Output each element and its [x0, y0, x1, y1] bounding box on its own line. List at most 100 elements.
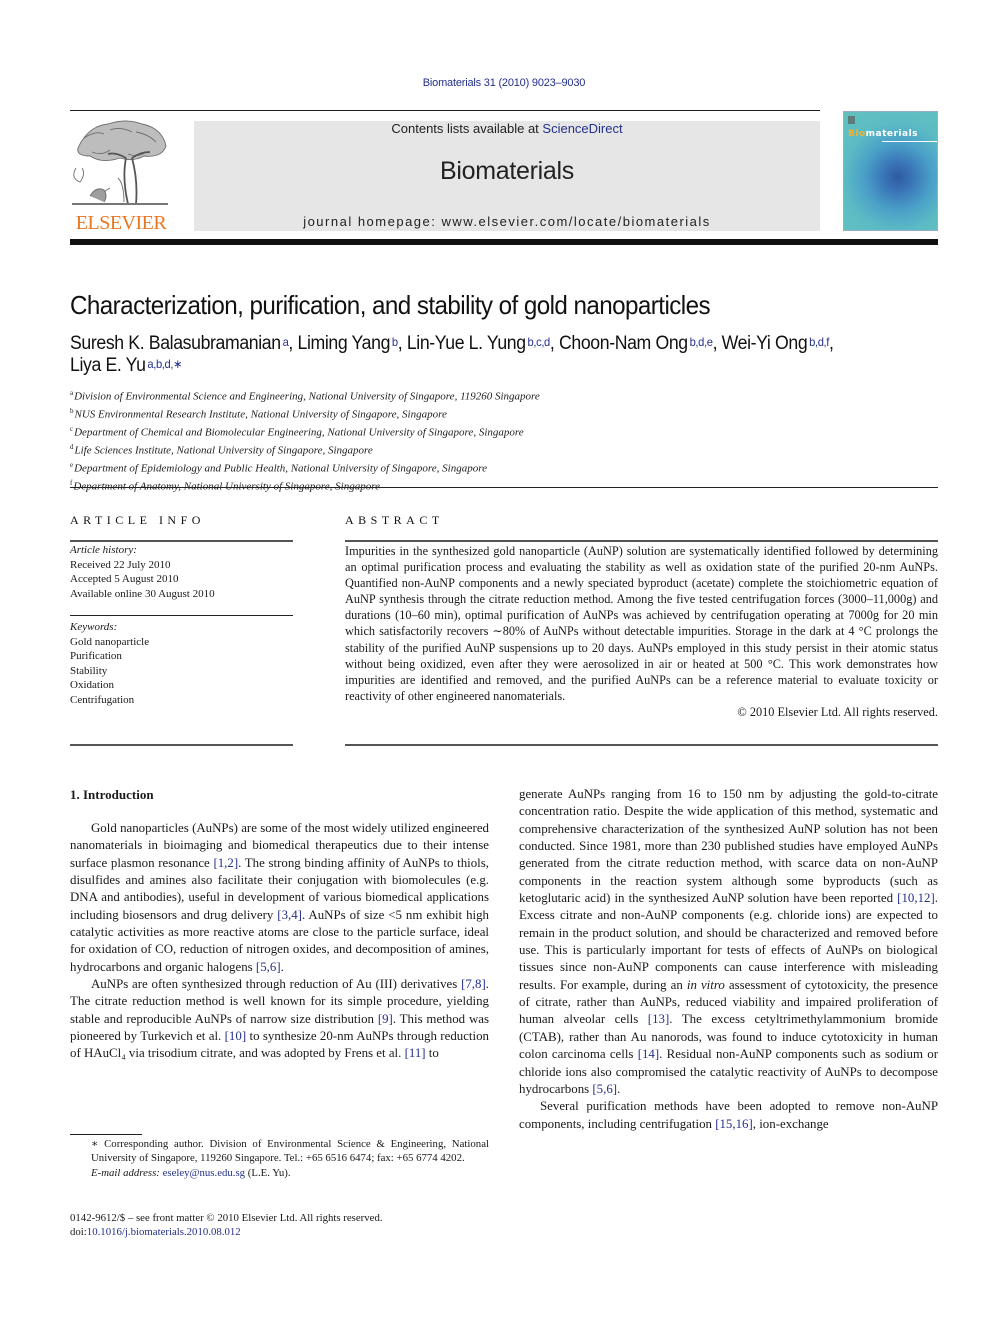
- author-affiliation-marker[interactable]: b: [390, 335, 398, 349]
- citation-link[interactable]: [14]: [638, 1047, 659, 1061]
- abstract-rule: [345, 540, 938, 542]
- abstract-heading: ABSTRACT: [345, 513, 444, 527]
- body-column-right: generate AuNPs ranging from 16 to 150 nm…: [519, 786, 938, 1133]
- keyword: Centrifugation: [70, 693, 135, 706]
- sciencedirect-link[interactable]: ScienceDirect: [542, 121, 622, 136]
- affiliation-marker: b: [70, 407, 74, 416]
- affiliation-text: Division of Environmental Science and En…: [74, 390, 540, 403]
- email-suffix: (L.E. Yu).: [245, 1166, 291, 1179]
- affiliation: fDepartment of Anatomy, National Univers…: [70, 476, 540, 494]
- contents-availability: Contents lists available at ScienceDirec…: [194, 121, 820, 136]
- affiliation-marker: c: [70, 425, 74, 434]
- journal-citation-link[interactable]: Biomaterials 31 (2010) 9023–9030: [0, 77, 992, 89]
- email-line: E-mail address: eseley@nus.edu.sg (L.E. …: [70, 1166, 489, 1180]
- section-heading: 1. Introduction: [70, 787, 154, 802]
- cover-elsevier-icon: [848, 116, 855, 124]
- paragraph: generate AuNPs ranging from 16 to 150 nm…: [519, 786, 938, 1098]
- citation-link[interactable]: [9]: [378, 1012, 393, 1026]
- citation-link[interactable]: [10,12]: [897, 891, 935, 905]
- email-link[interactable]: eseley@nus.edu.sg: [163, 1167, 246, 1179]
- keywords-label: Keywords:: [70, 621, 118, 633]
- citation-link[interactable]: [5,6]: [592, 1082, 617, 1096]
- doi-line: doi:10.1016/j.biomaterials.2010.08.012: [70, 1225, 383, 1239]
- affiliation-list: aDivision of Environmental Science and E…: [70, 386, 540, 494]
- body-text: generate AuNPs ranging from 16 to 150 nm…: [519, 787, 938, 906]
- paragraph: Several purification methods have been a…: [519, 1098, 938, 1133]
- cover-title-prefix: Bio: [848, 129, 866, 139]
- citation-link[interactable]: [10]: [225, 1029, 246, 1043]
- email-label: E-mail address:: [91, 1166, 160, 1179]
- author-separator: ,: [712, 333, 722, 354]
- citation-link[interactable]: [7,8]: [461, 977, 486, 991]
- italic-text: in vitro: [686, 977, 725, 992]
- paragraph: AuNPs are often synthesized through redu…: [70, 976, 489, 1063]
- body-text: . Excess citrate and non-AuNP components…: [519, 891, 938, 992]
- citation-link[interactable]: [5,6]: [256, 960, 281, 974]
- body-text: .: [280, 959, 284, 974]
- abstract-bottom-rule: [345, 744, 938, 746]
- author-affiliation-marker[interactable]: a,b,d,∗: [146, 357, 182, 371]
- citation-link[interactable]: [13]: [648, 1012, 669, 1026]
- journal-homepage[interactable]: journal homepage: www.elsevier.com/locat…: [194, 214, 820, 229]
- author-name: Liya E. Yu: [70, 355, 146, 376]
- affiliation-divider: [70, 487, 938, 488]
- affiliation-text: Department of Epidemiology and Public He…: [74, 462, 487, 475]
- article-info-heading: ARTICLE INFO: [70, 513, 205, 527]
- citation-link[interactable]: [11]: [405, 1046, 426, 1060]
- front-matter: 0142-9612/$ – see front matter © 2010 El…: [70, 1211, 383, 1240]
- affiliation: bNUS Environmental Research Institute, N…: [70, 404, 540, 422]
- abstract-text: Impurities in the synthesized gold nanop…: [345, 544, 938, 703]
- article-history: Article history: Received 22 July 2010 A…: [70, 543, 215, 601]
- corresponding-author-footnote: ∗ Corresponding author. Division of Envi…: [70, 1137, 489, 1180]
- author-name: Choon-Nam Ong: [558, 333, 688, 354]
- citation-link[interactable]: [3,4]: [277, 908, 302, 922]
- paragraph: Gold nanoparticles (AuNPs) are some of t…: [70, 820, 489, 976]
- body-column-left: 1. Introduction Gold nanoparticles (AuNP…: [70, 786, 489, 1063]
- header-divider: [70, 239, 938, 245]
- author-name: Suresh K. Balasubramanian: [70, 333, 281, 354]
- abstract-body: Impurities in the synthesized gold nanop…: [345, 543, 938, 720]
- affiliation: aDivision of Environmental Science and E…: [70, 386, 540, 404]
- history-label: Article history:: [70, 544, 137, 556]
- affiliation-text: Department of Chemical and Biomolecular …: [74, 426, 524, 439]
- author-name: Wei-Yi Ong: [721, 333, 808, 354]
- issn-line: 0142-9612/$ – see front matter © 2010 El…: [70, 1212, 383, 1224]
- journal-title: Biomaterials: [440, 157, 574, 185]
- history-divider: [70, 615, 293, 616]
- body-text: to: [425, 1046, 439, 1061]
- keyword: Stability: [70, 664, 108, 677]
- affiliation: dLife Sciences Institute, National Unive…: [70, 440, 540, 458]
- cover-title: Biomaterials: [848, 129, 918, 139]
- affiliation: eDepartment of Epidemiology and Public H…: [70, 458, 540, 476]
- affiliation: cDepartment of Chemical and Biomolecular…: [70, 422, 540, 440]
- author-separator: ,: [829, 333, 834, 354]
- abstract-copyright: © 2010 Elsevier Ltd. All rights reserved…: [737, 704, 938, 719]
- history-received: Received 22 July 2010: [70, 558, 171, 571]
- cover-rule: [882, 141, 937, 142]
- article-title: Characterization, purification, and stab…: [70, 290, 711, 320]
- affiliation-text: NUS Environmental Research Institute, Na…: [74, 408, 447, 421]
- author-list: Suresh K. Balasubramanian a, Liming Yang…: [70, 333, 888, 377]
- citation-link[interactable]: [1,2]: [213, 856, 238, 870]
- author-affiliation-marker[interactable]: a: [281, 335, 289, 349]
- author-name: Liming Yang: [297, 333, 391, 354]
- keyword: Purification: [70, 650, 122, 662]
- author-affiliation-marker[interactable]: b,d,f: [807, 335, 829, 349]
- author-affiliation-marker[interactable]: b,c,d: [526, 335, 551, 349]
- author-name: Lin-Yue L. Yung: [406, 333, 526, 354]
- author-separator: ,: [288, 333, 298, 354]
- author-separator: ,: [397, 333, 407, 354]
- keyword: Oxidation: [70, 679, 114, 691]
- journal-masthead: Contents lists available at ScienceDirec…: [194, 121, 820, 231]
- history-accepted: Accepted 5 August 2010: [70, 573, 179, 585]
- author-affiliation-marker[interactable]: b,d,e: [688, 335, 713, 349]
- doi-label: doi:: [70, 1226, 87, 1239]
- doi-link[interactable]: 10.1016/j.biomaterials.2010.08.012: [87, 1226, 241, 1238]
- elsevier-logo[interactable]: ELSEVIER: [70, 118, 172, 234]
- cover-title-suffix: materials: [865, 129, 919, 139]
- journal-cover-image[interactable]: Biomaterials: [843, 111, 938, 231]
- article-info-bottom-rule: [70, 744, 293, 746]
- citation-link[interactable]: [15,16]: [715, 1117, 753, 1131]
- history-online: Available online 30 August 2010: [70, 587, 215, 600]
- body-text: , ion-exchange: [752, 1116, 829, 1131]
